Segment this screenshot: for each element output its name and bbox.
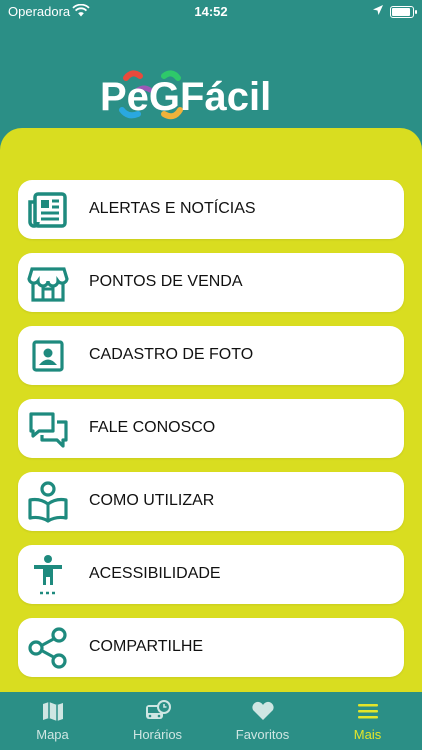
menu-item-label: COMO UTILIZAR [89, 492, 215, 509]
heart-icon [250, 700, 276, 722]
app-logo: PeGFácil [98, 68, 328, 124]
location-arrow-icon [372, 4, 384, 19]
battery-icon [390, 6, 417, 18]
menu-item-como-utilizar[interactable]: COMO UTILIZAR [18, 472, 404, 531]
logo-text: PeGFácil [100, 75, 271, 119]
menu-item-label: ACESSIBILIDADE [89, 565, 221, 582]
menu-item-compartilhe[interactable]: COMPARTILHE [18, 618, 404, 677]
newspaper-icon [26, 188, 70, 232]
bus-clock-icon [145, 700, 171, 722]
menu-item-pontos-de-venda[interactable]: PONTOS DE VENDA [18, 253, 404, 312]
logo-artwork: PeGFácil [100, 70, 271, 120]
menu-panel: ALERTAS E NOTÍCIAS PONTOS DE VENDA CADAS… [0, 128, 422, 692]
photo-id-icon [26, 334, 70, 378]
status-bar: Operadora 14:52 [0, 0, 422, 24]
menu-item-cadastro-de-foto[interactable]: CADASTRO DE FOTO [18, 326, 404, 385]
tab-label: Favoritos [235, 727, 290, 742]
tab-horarios[interactable]: Horários [105, 692, 210, 750]
tab-label: Mapa [36, 727, 69, 742]
menu-item-label: CADASTRO DE FOTO [89, 346, 254, 363]
header: PeGFácil [0, 24, 422, 134]
hamburger-menu-icon [355, 700, 381, 722]
reading-person-icon [26, 480, 70, 524]
menu-item-label: FALE CONOSCO [89, 419, 216, 436]
tab-favoritos[interactable]: Favoritos [210, 692, 315, 750]
tab-bar: Mapa Horários Favoritos Mais [0, 692, 422, 750]
menu-item-fale-conosco[interactable]: FALE CONOSCO [18, 399, 404, 458]
tab-label: Horários [132, 727, 183, 742]
clock-time: 14:52 [194, 4, 228, 19]
accessibility-icon [26, 553, 70, 597]
share-icon [26, 626, 70, 670]
chat-bubbles-icon [26, 407, 70, 451]
map-icon [40, 700, 66, 722]
store-icon [26, 261, 70, 305]
tab-label: Mais [353, 727, 382, 742]
menu-item-alertas[interactable]: ALERTAS E NOTÍCIAS [18, 180, 404, 239]
menu-item-acessibilidade[interactable]: ACESSIBILIDADE [18, 545, 404, 604]
menu-item-label: COMPARTILHE [89, 638, 204, 655]
menu-item-label: PONTOS DE VENDA [89, 273, 243, 290]
menu-item-label: ALERTAS E NOTÍCIAS [89, 200, 256, 217]
tab-mais[interactable]: Mais [315, 692, 420, 750]
tab-mapa[interactable]: Mapa [0, 692, 105, 750]
